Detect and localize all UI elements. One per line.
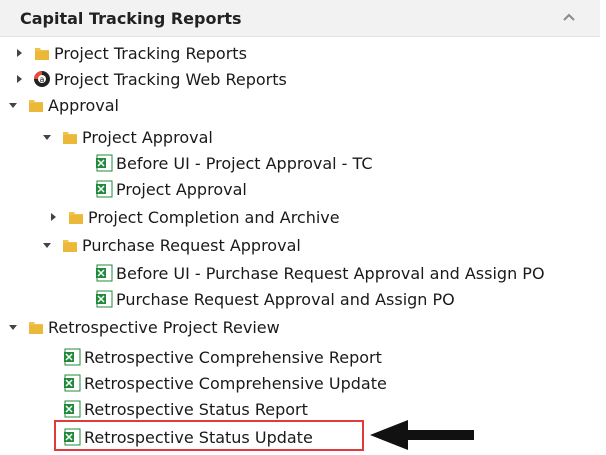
panel-title: Capital Tracking Reports	[20, 9, 242, 28]
expand-arrow-icon[interactable]	[46, 210, 60, 224]
tree-item-label: Purchase Request Approval and Assign PO	[116, 289, 455, 309]
report-tree-panel: Capital Tracking Reports Project Trackin…	[0, 0, 606, 455]
web-report-icon: a	[32, 69, 52, 89]
tree-item-retrospective-status-report[interactable]: Retrospective Status Report	[62, 396, 308, 422]
tree-item-label: Before UI - Purchase Request Approval an…	[116, 263, 545, 283]
collapse-arrow-icon[interactable]	[6, 320, 20, 334]
tree-item-project-approval-report[interactable]: Project Approval	[94, 176, 247, 202]
tree-item-purchase-request-approval[interactable]: Purchase Request Approval	[40, 232, 301, 258]
excel-report-icon	[62, 399, 82, 419]
panel-header: Capital Tracking Reports	[0, 0, 600, 37]
expand-arrow-icon[interactable]	[12, 46, 26, 60]
excel-report-icon	[94, 179, 114, 199]
collapse-arrow-icon[interactable]	[6, 98, 20, 112]
svg-text:a: a	[40, 75, 45, 84]
tree-item-project-completion-and-archive[interactable]: Project Completion and Archive	[46, 204, 340, 230]
folder-icon	[60, 235, 80, 255]
collapse-arrow-icon[interactable]	[40, 238, 54, 252]
excel-report-icon	[94, 263, 114, 283]
folder-icon	[32, 43, 52, 63]
tree-item-before-ui-purchase-request-approval[interactable]: Before UI - Purchase Request Approval an…	[94, 260, 545, 286]
tree-item-label: Retrospective Comprehensive Report	[84, 347, 382, 367]
tree-item-label: Purchase Request Approval	[82, 235, 301, 255]
expand-arrow-icon[interactable]	[12, 72, 26, 86]
tree-item-retrospective-comprehensive-update[interactable]: Retrospective Comprehensive Update	[62, 370, 387, 396]
tree-item-label: Project Tracking Web Reports	[54, 69, 287, 89]
collapse-arrow-icon[interactable]	[40, 130, 54, 144]
excel-report-icon	[62, 373, 82, 393]
tree-item-label: Retrospective Project Review	[48, 317, 280, 337]
tree-item-label: Project Completion and Archive	[88, 207, 340, 227]
folder-icon	[26, 95, 46, 115]
tree-item-purchase-request-approval-report[interactable]: Purchase Request Approval and Assign PO	[94, 286, 455, 312]
tree-item-project-approval-folder[interactable]: Project Approval	[40, 124, 213, 150]
pointer-arrow-icon	[370, 420, 474, 450]
tree-item-label: Approval	[48, 95, 119, 115]
folder-icon	[66, 207, 86, 227]
folder-icon	[60, 127, 80, 147]
tree-item-label: Project Tracking Reports	[54, 43, 247, 63]
tree-item-before-ui-project-approval-tc[interactable]: Before UI - Project Approval - TC	[94, 150, 373, 176]
collapse-chevron-up-icon[interactable]	[560, 10, 578, 26]
tree-item-label: Project Approval	[82, 127, 213, 147]
tree-item-label: Before UI - Project Approval - TC	[116, 153, 373, 173]
tree-item-retrospective-project-review[interactable]: Retrospective Project Review	[6, 314, 280, 340]
tree-item-approval[interactable]: Approval	[6, 92, 119, 118]
folder-icon	[26, 317, 46, 337]
highlight-box	[54, 420, 364, 451]
excel-report-icon	[62, 347, 82, 367]
excel-report-icon	[94, 153, 114, 173]
tree-item-label: Retrospective Status Report	[84, 399, 308, 419]
tree-item-project-tracking-reports[interactable]: Project Tracking Reports	[12, 40, 247, 66]
report-tree: Project Tracking Reports a Project Track…	[0, 38, 606, 455]
tree-item-retrospective-comprehensive-report[interactable]: Retrospective Comprehensive Report	[62, 344, 382, 370]
tree-item-label: Retrospective Comprehensive Update	[84, 373, 387, 393]
tree-item-project-tracking-web-reports[interactable]: a Project Tracking Web Reports	[12, 66, 287, 92]
excel-report-icon	[94, 289, 114, 309]
tree-item-label: Project Approval	[116, 179, 247, 199]
